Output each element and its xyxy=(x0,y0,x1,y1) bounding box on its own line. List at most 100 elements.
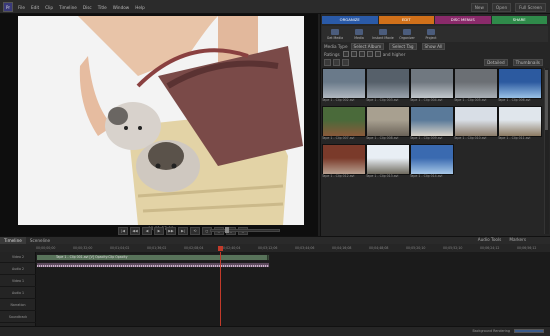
view-list-icon[interactable] xyxy=(324,59,331,66)
tab-disc-menus[interactable]: DISC MENUS xyxy=(435,16,491,24)
media-thumbnail[interactable]: Tape 1 - Clip 002.avi xyxy=(322,68,366,103)
open-button[interactable]: Open xyxy=(491,2,512,12)
instant-movie-button[interactable]: Instant Movie xyxy=(372,27,394,41)
track-header-narration[interactable]: Narration xyxy=(0,300,36,311)
ruler-tick-label: 00;02;40;04 xyxy=(221,246,241,250)
video-preview[interactable] xyxy=(18,16,304,225)
audio-clip[interactable] xyxy=(36,262,270,268)
shuttle-slider-thumb[interactable] xyxy=(225,227,229,233)
transport-button[interactable]: ⟲ xyxy=(190,226,200,235)
menu-bar: File Edit Clip Timeline Disc Title Window Help xyxy=(18,4,151,11)
menu-item-edit[interactable]: Edit xyxy=(31,5,39,10)
media-thumbnail[interactable]: Tape 1 - Clip 008.avi xyxy=(366,106,410,141)
thumbnail-caption: Tape 1 - Clip 003.avi xyxy=(366,98,399,102)
menu-item-help[interactable]: Help xyxy=(135,5,145,10)
media-thumbnail[interactable]: Tape 1 - Clip 010.avi xyxy=(454,106,498,141)
media-thumbnail-grid: Tape 1 - Clip 002.avi Tape 1 - Clip 003.a… xyxy=(322,68,542,234)
media-label: Media xyxy=(354,35,364,40)
thumbnail-caption: Tape 1 - Clip 014.avi xyxy=(410,174,443,178)
audio-tools-button[interactable]: Audio Tools xyxy=(474,236,506,244)
new-button[interactable]: New xyxy=(470,2,488,12)
clip-frame-thumbnail xyxy=(257,255,268,260)
filter-dropdown[interactable]: Select Tag xyxy=(389,42,417,50)
ruler-tick-label: 00;06;24;12 xyxy=(480,246,500,250)
media-thumbnail[interactable]: Tape 1 - Clip 011.avi xyxy=(498,106,542,141)
tab-edit[interactable]: EDIT xyxy=(378,16,434,24)
transport-button[interactable]: ▶| xyxy=(178,226,188,235)
media-thumbnail[interactable]: Tape 1 - Clip 006.avi xyxy=(498,68,542,103)
thumbnail-image xyxy=(410,144,454,175)
organize-toolbar: Get Media Media Instant Movie Organizer Proj… xyxy=(322,26,548,42)
star-1-icon[interactable] xyxy=(342,51,349,57)
grid-scrollbar-thumb[interactable] xyxy=(545,70,548,130)
ruler-tick-label: 00;06;56;12 xyxy=(517,246,537,250)
transport-button[interactable]: ▶ xyxy=(154,226,164,235)
transport-button[interactable]: ◀ xyxy=(142,226,152,235)
timeline-right-controls: Audio Tools Markers xyxy=(474,237,530,243)
shuttle-slider[interactable] xyxy=(210,229,280,232)
filter-dropdown[interactable]: Show All xyxy=(421,42,446,50)
markers-button[interactable]: Markers xyxy=(505,236,530,244)
tab-share[interactable]: SHARE xyxy=(491,16,547,24)
track-header-video-2[interactable]: Video 2 xyxy=(0,252,36,263)
view-large-icon[interactable] xyxy=(342,59,349,66)
ruler-tick-label: 00;00;00;00 xyxy=(36,246,56,250)
view-options-row: Detailed Thumbnails xyxy=(324,59,548,66)
media-thumbnail[interactable]: Tape 1 - Clip 009.avi xyxy=(410,106,454,141)
get-media-button[interactable]: Get Media xyxy=(324,27,346,41)
view-grid-icon[interactable] xyxy=(333,59,340,66)
tab-organize[interactable]: ORGANIZE xyxy=(322,16,378,24)
media-button[interactable]: Media xyxy=(348,27,370,41)
media-thumbnail[interactable]: Tape 1 - Clip 014.avi xyxy=(410,144,454,179)
star-4-icon[interactable] xyxy=(366,51,373,57)
playhead-handle[interactable] xyxy=(218,246,223,251)
ruler-tick-label: 00;05;52;10 xyxy=(443,246,463,250)
thumbnail-image xyxy=(322,106,366,137)
thumbnail-image xyxy=(366,68,410,99)
menu-item-disc[interactable]: Disc xyxy=(83,5,92,10)
ruler-tick-label: 00;01;36;02 xyxy=(147,246,167,250)
thumbnail-image xyxy=(410,68,454,99)
playhead-line xyxy=(220,252,221,326)
star-3-icon[interactable] xyxy=(358,51,365,57)
timeline-tabs: Timeline Sceneline xyxy=(0,236,550,245)
media-icon xyxy=(355,28,363,35)
media-thumbnail[interactable]: Tape 1 - Clip 007.avi xyxy=(322,106,366,141)
track-headers: Video 2 Audio 2 Video 1 Audio 1 Narration Sou… xyxy=(0,252,36,326)
organizer-button[interactable]: Organizer xyxy=(396,27,418,41)
media-thumbnail[interactable]: Tape 1 - Clip 012.avi xyxy=(322,144,366,179)
filter-dropdown[interactable]: Select Album xyxy=(350,42,385,50)
filter-row: Media Type Select Album Select Tag Show All xyxy=(324,42,548,50)
zoom-slider[interactable] xyxy=(514,329,544,333)
media-thumbnail[interactable]: Tape 1 - Clip 013.avi xyxy=(366,144,410,179)
track-header-audio-1[interactable]: Audio 1 xyxy=(0,288,36,299)
track-header-audio-2[interactable]: Audio 2 xyxy=(0,264,36,275)
star-5-icon[interactable] xyxy=(374,51,381,57)
menu-item-file[interactable]: File xyxy=(18,5,25,10)
menu-item-timeline[interactable]: Timeline xyxy=(59,5,77,10)
thumbnail-caption: Tape 1 - Clip 013.avi xyxy=(366,174,399,178)
ruler-tick-label: 00;01;04;02 xyxy=(110,246,130,250)
track-header-soundtrack[interactable]: Soundtrack xyxy=(0,312,36,323)
thumbnails-view-button[interactable]: Thumbnails xyxy=(512,59,543,66)
menu-item-title[interactable]: Title xyxy=(98,5,107,10)
project-icon xyxy=(427,28,435,35)
media-thumbnail[interactable]: Tape 1 - Clip 004.avi xyxy=(410,68,454,103)
transport-button[interactable]: |◀ xyxy=(118,226,128,235)
audio-waveform xyxy=(37,265,269,267)
detailed-view-button[interactable]: Detailed xyxy=(484,59,508,66)
project-button[interactable]: Project xyxy=(420,27,442,41)
media-thumbnail[interactable]: Tape 1 - Clip 003.avi xyxy=(366,68,410,103)
ruler-tick-label: 00;00;32;00 xyxy=(73,246,93,250)
video-clip-label: Tape 1 - Clip 001.avi [V] Opacity:Clip O… xyxy=(56,255,128,259)
transport-button[interactable]: ▶▶ xyxy=(166,226,176,235)
menu-item-clip[interactable]: Clip xyxy=(45,5,53,10)
star-2-icon[interactable] xyxy=(350,51,357,57)
track-header-video-1[interactable]: Video 1 xyxy=(0,276,36,287)
full-screen-button[interactable]: Full Screen xyxy=(515,2,546,12)
media-thumbnail[interactable]: Tape 1 - Clip 005.avi xyxy=(454,68,498,103)
filter-label: Media Type xyxy=(324,43,348,49)
menu-item-window[interactable]: Window xyxy=(113,5,130,10)
thumbnail-caption: Tape 1 - Clip 009.avi xyxy=(410,136,443,140)
transport-button[interactable]: ◀◀ xyxy=(130,226,140,235)
